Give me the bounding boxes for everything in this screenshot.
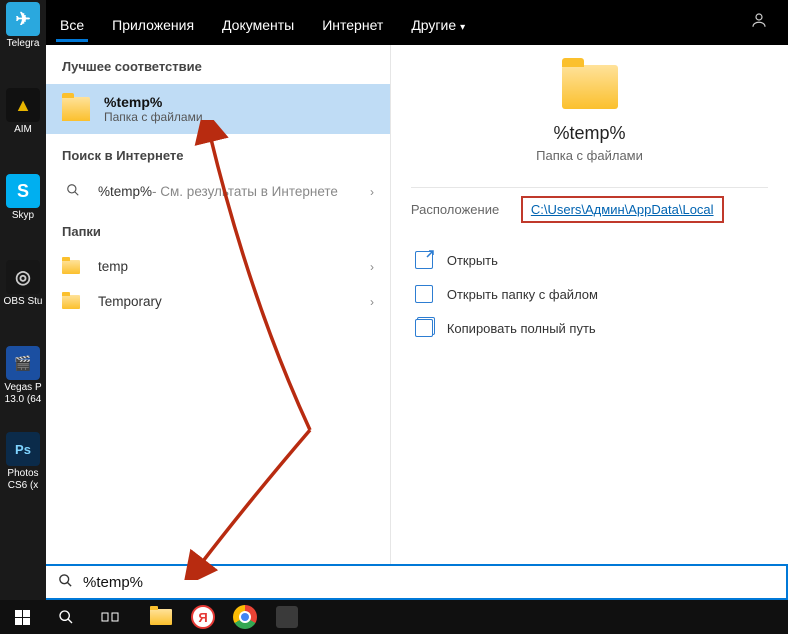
results-left-column: Лучшее соответствие %temp% Папка с файла… — [46, 45, 390, 564]
desktop-icon-obs[interactable]: ◎OBS Stu — [0, 258, 46, 318]
divider — [411, 187, 768, 188]
desktop: ✈Telegra ▲AIM SSkyp ◎OBS Stu 🎬Vegas P 13… — [0, 0, 46, 600]
folder-open-icon — [415, 285, 433, 303]
location-label: Расположение — [411, 202, 521, 223]
folder-icon — [150, 609, 172, 625]
desktop-icon-telegram[interactable]: ✈Telegra — [0, 0, 46, 60]
desktop-icon-vegas[interactable]: 🎬Vegas P 13.0 (64 — [0, 344, 46, 416]
chevron-down-icon: ▾ — [460, 22, 465, 33]
search-filter-bar: Все Приложения Документы Интернет Другие… — [46, 0, 788, 45]
tab-documents[interactable]: Документы — [208, 4, 308, 42]
chevron-right-icon: › — [370, 295, 374, 309]
action-open[interactable]: Открыть — [411, 243, 768, 277]
user-icon[interactable] — [750, 11, 768, 34]
search-icon — [58, 573, 73, 592]
search-input[interactable] — [83, 574, 743, 591]
tab-other[interactable]: Другие▾ — [397, 4, 479, 42]
start-button[interactable] — [0, 600, 44, 634]
folder-icon — [62, 97, 90, 121]
search-bar — [46, 564, 788, 600]
folder-icon — [62, 295, 80, 309]
taskbar: Я — [0, 600, 788, 634]
tab-internet[interactable]: Интернет — [308, 4, 397, 42]
taskbar-app-explorer[interactable] — [140, 600, 182, 634]
chrome-icon — [233, 605, 257, 629]
web-search-row[interactable]: %temp% - См. результаты в Интернете › — [46, 173, 390, 210]
taskbar-app-chrome[interactable] — [224, 600, 266, 634]
taskbar-app-yandex[interactable]: Я — [182, 600, 224, 634]
open-icon — [415, 251, 433, 269]
task-view-button[interactable] — [88, 600, 132, 634]
taskbar-search-button[interactable] — [44, 600, 88, 634]
folder-row[interactable]: temp › — [46, 249, 390, 284]
yandex-icon: Я — [191, 605, 215, 629]
chevron-right-icon: › — [370, 260, 374, 274]
folder-row[interactable]: Temporary › — [46, 284, 390, 319]
best-match-subtitle: Папка с файлами — [104, 110, 203, 124]
windows-logo-icon — [15, 610, 30, 625]
results-detail-pane: %temp% Папка с файлами Расположение C:\U… — [390, 45, 788, 564]
best-match-title: %temp% — [104, 94, 203, 110]
folder-icon — [62, 260, 80, 274]
action-copy-path[interactable]: Копировать полный путь — [411, 311, 768, 345]
group-web-search: Поиск в Интернете — [46, 134, 390, 173]
folder-icon — [562, 65, 618, 109]
tab-all[interactable]: Все — [46, 4, 98, 42]
tab-apps[interactable]: Приложения — [98, 4, 208, 42]
location-row: Расположение C:\Users\Админ\AppData\Loca… — [411, 202, 768, 223]
search-results: Лучшее соответствие %temp% Папка с файла… — [46, 45, 788, 564]
best-match-item[interactable]: %temp% Папка с файлами — [46, 84, 390, 134]
taskbar-app-generic[interactable] — [266, 600, 308, 634]
location-link[interactable]: C:\Users\Админ\AppData\Local — [521, 196, 724, 223]
group-folders: Папки — [46, 210, 390, 249]
chevron-right-icon: › — [370, 185, 374, 199]
action-open-location[interactable]: Открыть папку с файлом — [411, 277, 768, 311]
app-icon — [276, 606, 298, 628]
desktop-icon-skype[interactable]: SSkyp — [0, 172, 46, 232]
detail-subtitle: Папка с файлами — [536, 148, 643, 163]
group-best-match: Лучшее соответствие — [46, 45, 390, 84]
desktop-icon-photoshop[interactable]: PsPhotos CS6 (x — [0, 430, 46, 502]
desktop-icon-aimp[interactable]: ▲AIM — [0, 86, 46, 146]
search-icon — [62, 183, 84, 200]
copy-icon — [415, 319, 433, 337]
detail-title: %temp% — [553, 123, 625, 144]
